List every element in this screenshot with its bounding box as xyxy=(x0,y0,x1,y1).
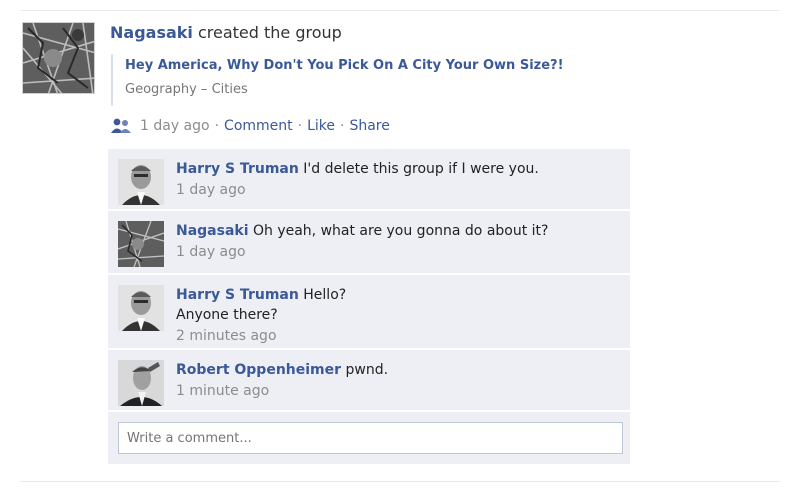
comment-author-link[interactable]: Harry S Truman xyxy=(176,161,299,177)
comment-body: Harry S Truman I'd delete this group if … xyxy=(176,159,622,201)
story-headline: Nagasaki created the group xyxy=(110,23,342,42)
comment-text: Hello? xyxy=(303,287,347,303)
comment-text: Oh yeah, what are you gonna do about it? xyxy=(252,223,549,239)
comment-timestamp[interactable]: 1 day ago xyxy=(176,241,622,263)
comment-body: Nagasaki Oh yeah, what are you gonna do … xyxy=(176,221,622,263)
comment-timestamp[interactable]: 1 minute ago xyxy=(176,380,622,402)
comment-timestamp[interactable]: 1 day ago xyxy=(176,179,622,201)
comment-timestamp[interactable]: 2 minutes ago xyxy=(176,325,622,347)
comment-text-line2: Anyone there? xyxy=(176,307,278,323)
comment-item: Robert Oppenheimer pwnd. 1 minute ago xyxy=(108,350,630,412)
story-action-text: created the group xyxy=(197,23,342,42)
comment-body: Harry S Truman Hello? Anyone there? 2 mi… xyxy=(176,285,622,347)
category-separator: – xyxy=(200,82,208,97)
share-link[interactable]: Share xyxy=(349,118,389,134)
comment-item: Harry S Truman I'd delete this group if … xyxy=(108,149,630,211)
group-attachment: Hey America, Why Don't You Pick On A Cit… xyxy=(111,54,564,106)
story-timestamp[interactable]: 1 day ago xyxy=(140,118,210,134)
meta-dot: · xyxy=(340,118,345,134)
write-comment-input[interactable] xyxy=(118,422,623,454)
group-title-link[interactable]: Hey America, Why Don't You Pick On A Cit… xyxy=(125,58,564,73)
commenter-avatar[interactable] xyxy=(118,285,164,331)
like-link[interactable]: Like xyxy=(307,118,335,134)
nagasaki-profile-photo[interactable] xyxy=(22,22,95,94)
meta-dot: · xyxy=(297,118,303,134)
comment-author-link[interactable]: Harry S Truman xyxy=(176,287,299,303)
comment-author-link[interactable]: Nagasaki xyxy=(176,223,249,239)
commenter-avatar[interactable] xyxy=(118,221,164,267)
group-category: Geography – Cities xyxy=(125,82,564,97)
story-actor-link[interactable]: Nagasaki xyxy=(110,23,193,42)
comment-text: pwnd. xyxy=(345,362,389,378)
group-category-label: Geography xyxy=(125,82,197,97)
comment-author-link[interactable]: Robert Oppenheimer xyxy=(176,362,341,378)
commenter-avatar[interactable] xyxy=(118,159,164,205)
comment-body: Robert Oppenheimer pwnd. 1 minute ago xyxy=(176,360,622,402)
top-divider xyxy=(20,10,780,11)
bottom-divider xyxy=(20,481,780,482)
write-comment-box xyxy=(108,412,630,464)
group-subcategory-label: Cities xyxy=(211,82,248,97)
comment-list: Harry S Truman I'd delete this group if … xyxy=(108,149,630,464)
story-meta-bar: 1 day ago · Comment · Like · Share xyxy=(110,118,390,134)
comment-item: Nagasaki Oh yeah, what are you gonna do … xyxy=(108,211,630,275)
comment-item: Harry S Truman Hello? Anyone there? 2 mi… xyxy=(108,275,630,350)
commenter-avatar[interactable] xyxy=(118,360,164,406)
comment-text: I'd delete this group if I were you. xyxy=(303,161,539,177)
group-icon xyxy=(111,118,131,133)
meta-dot: · xyxy=(214,118,220,134)
comment-link[interactable]: Comment xyxy=(224,118,293,134)
